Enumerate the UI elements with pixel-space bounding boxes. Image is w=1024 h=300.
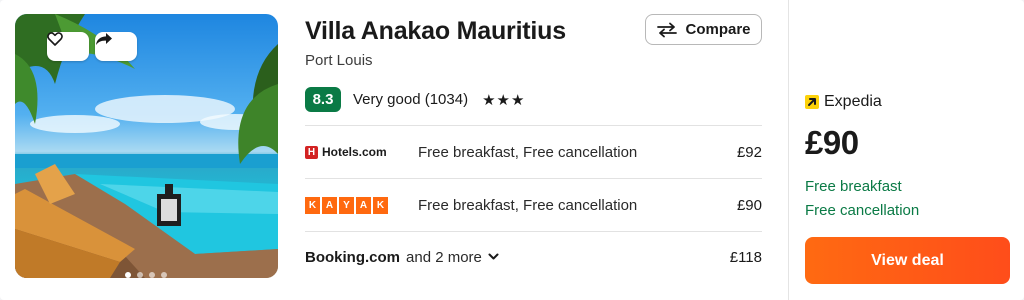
- hotel-location: Port Louis: [305, 52, 373, 69]
- featured-provider: Expedia: [805, 93, 882, 111]
- offer-description: Free breakfast, Free cancellation: [418, 196, 638, 214]
- compare-button[interactable]: Compare: [645, 14, 762, 45]
- featured-provider-name: Expedia: [824, 93, 882, 110]
- review-score-badge: 8.3: [305, 87, 341, 112]
- carousel-dots[interactable]: [125, 272, 167, 278]
- compare-arrows-icon: [657, 22, 678, 37]
- offer-price: £90: [736, 196, 762, 214]
- hotelscom-logo-text: Hotels.com: [322, 145, 387, 159]
- carousel-dot[interactable]: [149, 272, 155, 278]
- expedia-logo-icon: [805, 95, 819, 109]
- kayak-logo-letter: K: [373, 196, 388, 214]
- compare-label: Compare: [685, 21, 751, 38]
- featured-perk: Free cancellation: [805, 202, 920, 219]
- kayak-logo-letter: A: [322, 196, 337, 214]
- chevron-down-icon: [488, 253, 499, 260]
- share-button[interactable]: [95, 32, 137, 61]
- hotel-name[interactable]: Villa Anakao Mauritius: [305, 17, 566, 46]
- kayak-logo-letter: A: [356, 196, 371, 214]
- offer-description: Free breakfast, Free cancellation: [418, 143, 638, 161]
- carousel-dot[interactable]: [137, 272, 143, 278]
- hotelscom-logo: H Hotels.com: [305, 141, 419, 163]
- featured-perk: Free breakfast: [805, 178, 902, 195]
- rating-row: 8.3 Very good (1034) ★★★: [305, 87, 525, 112]
- star-rating: ★★★: [482, 91, 526, 109]
- review-summary[interactable]: Very good (1034): [353, 91, 468, 108]
- panel-divider: [788, 0, 789, 300]
- share-icon: [96, 33, 112, 45]
- more-offers-provider: Booking.com: [305, 248, 401, 266]
- kayak-logo-letters: KAYAK: [305, 196, 388, 214]
- featured-price: £90: [805, 124, 859, 161]
- hotelscom-h-icon: H: [305, 145, 318, 159]
- divider: [305, 125, 762, 126]
- hotel-result-card[interactable]: Villa Anakao Mauritius Port Louis Compar…: [0, 0, 1024, 300]
- kayak-logo-letter: K: [305, 196, 320, 214]
- more-offers-toggle[interactable]: and 2 more: [406, 249, 499, 266]
- carousel-dot[interactable]: [125, 272, 131, 278]
- offer-row-hotelscom[interactable]: H Hotels.com Free breakfast, Free cancel…: [305, 139, 762, 165]
- view-deal-button[interactable]: View deal: [805, 237, 1010, 284]
- offer-row-kayak[interactable]: KAYAK Free breakfast, Free cancellation …: [305, 192, 762, 218]
- offer-price: £118: [729, 248, 762, 266]
- more-offers-row[interactable]: Booking.com and 2 more £118: [305, 246, 762, 268]
- more-offers-text: and 2 more: [406, 248, 482, 266]
- kayak-logo: KAYAK: [305, 194, 419, 216]
- divider: [305, 231, 762, 232]
- offer-price: £92: [736, 143, 762, 161]
- divider: [305, 178, 762, 179]
- hotel-photo[interactable]: [15, 14, 278, 278]
- heart-icon: [47, 32, 63, 46]
- carousel-dot[interactable]: [161, 272, 167, 278]
- kayak-logo-letter: Y: [339, 196, 354, 214]
- save-favorite-button[interactable]: [47, 32, 89, 61]
